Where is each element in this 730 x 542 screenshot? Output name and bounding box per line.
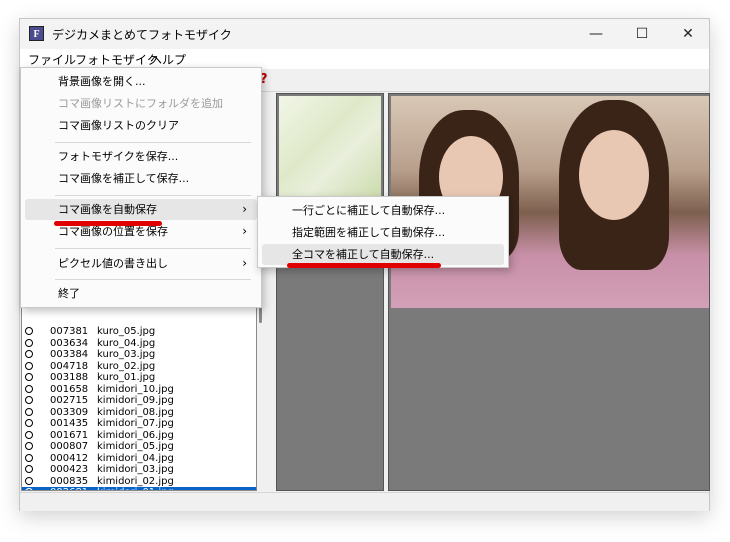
window-title: デジカメまとめてフォトモザイク bbox=[52, 28, 232, 42]
pixel-count: 001658 bbox=[50, 383, 89, 395]
file-name: kimidori_09.jpg bbox=[97, 395, 174, 406]
auto-save-submenu: 一行ごとに補正して自動保存... 指定範囲を補正して自動保存... 全コマを補正… bbox=[257, 196, 509, 268]
menu-item-save-mosaic[interactable]: フォトモザイクを保存... bbox=[25, 146, 257, 167]
title-bar: F デジカメまとめてフォトモザイク — ☐ ✕ bbox=[20, 19, 709, 49]
list-item[interactable]: 001435 kimidori_07.jpg bbox=[22, 418, 256, 430]
menu-separator bbox=[55, 248, 251, 249]
pixel-count: 003188 bbox=[50, 372, 89, 383]
menu-bar: ファイル フォトモザイク ヘルプ bbox=[20, 49, 709, 69]
list-item[interactable]: 003188 kuro_01.jpg bbox=[22, 372, 256, 384]
file-name: kimidori_03.jpg bbox=[97, 464, 174, 475]
close-button[interactable]: ✕ bbox=[665, 19, 711, 49]
pixel-count: 001435 bbox=[50, 418, 89, 429]
list-item[interactable]: 003384 kuro_03.jpg bbox=[22, 349, 256, 361]
circle-icon bbox=[25, 442, 33, 450]
list-item[interactable]: 000807 kimidori_05.jpg bbox=[22, 441, 256, 453]
pixel-count: 002715 bbox=[50, 395, 89, 406]
circle-icon bbox=[25, 373, 33, 381]
file-name: kuro_04.jpg bbox=[97, 337, 156, 349]
submenu-item-per-row[interactable]: 一行ごとに補正して自動保存... bbox=[262, 200, 504, 221]
list-item[interactable]: 003309 kimidori_08.jpg bbox=[22, 407, 256, 419]
annotation-underline bbox=[54, 221, 162, 226]
pixel-count: 000835 bbox=[50, 475, 89, 487]
menu-item-save-corrected[interactable]: コマ画像を補正して保存... bbox=[25, 168, 257, 189]
status-bar bbox=[20, 492, 709, 511]
tile-preview-pane bbox=[276, 93, 384, 491]
menu-item-clear-list[interactable]: コマ画像リストのクリア bbox=[25, 115, 257, 136]
pixel-count: 000807 bbox=[50, 441, 89, 452]
menu-file[interactable]: ファイル bbox=[28, 51, 76, 68]
file-name: kuro_01.jpg bbox=[97, 372, 156, 383]
pixel-count: 002681 bbox=[50, 487, 88, 490]
menu-help[interactable]: ヘルプ bbox=[150, 51, 186, 68]
circle-icon bbox=[25, 396, 33, 404]
file-name: kimidori_01.jpg bbox=[97, 487, 174, 490]
app-icon: F bbox=[29, 26, 44, 41]
pixel-count: 001671 bbox=[50, 429, 89, 441]
maximize-button[interactable]: ☐ bbox=[619, 19, 665, 49]
circle-icon bbox=[25, 476, 33, 485]
pixel-count: 000412 bbox=[50, 452, 89, 464]
circle-icon bbox=[25, 327, 33, 335]
submenu-item-all[interactable]: 全コマを補正して自動保存... bbox=[262, 244, 504, 265]
list-item[interactable]: 003634 kuro_04.jpg bbox=[22, 338, 256, 350]
file-name: kuro_03.jpg bbox=[97, 349, 156, 360]
circle-icon bbox=[25, 361, 33, 370]
menu-separator bbox=[55, 142, 251, 143]
pixel-count: 004718 bbox=[50, 360, 89, 372]
file-name: kuro_05.jpg bbox=[97, 326, 156, 337]
menu-item-auto-save[interactable]: コマ画像を自動保存 › bbox=[25, 199, 257, 220]
menu-separator bbox=[55, 279, 251, 280]
file-name: kimidori_04.jpg bbox=[97, 452, 174, 464]
circle-icon bbox=[25, 350, 33, 358]
file-name: kimidori_08.jpg bbox=[97, 406, 174, 418]
pixel-count: 003309 bbox=[50, 406, 89, 418]
menu-item-exit[interactable]: 終了 bbox=[25, 283, 257, 304]
file-name: kimidori_10.jpg bbox=[97, 383, 174, 395]
menu-item-open-background[interactable]: 背景画像を開く... bbox=[25, 71, 257, 92]
chevron-right-icon: › bbox=[242, 202, 247, 216]
list-item[interactable]: 000423 kimidori_03.jpg bbox=[22, 464, 256, 476]
circle-icon bbox=[25, 419, 33, 427]
circle-icon bbox=[25, 338, 33, 347]
circle-icon bbox=[25, 453, 33, 462]
chevron-right-icon: › bbox=[242, 224, 247, 238]
circle-icon bbox=[25, 465, 33, 473]
tile-thumbnail bbox=[279, 96, 381, 206]
mosaic-canvas[interactable] bbox=[388, 93, 710, 491]
circle-icon bbox=[25, 488, 33, 490]
list-item[interactable]: 002715 kimidori_09.jpg bbox=[22, 395, 256, 407]
list-item[interactable]: 000835 kimidori_02.jpg bbox=[22, 476, 256, 488]
menu-separator bbox=[55, 195, 251, 196]
file-name: kuro_02.jpg bbox=[97, 360, 156, 372]
list-item[interactable]: 000412 kimidori_04.jpg bbox=[22, 453, 256, 465]
menu-item-add-folder: コマ画像リストにフォルダを追加 bbox=[58, 97, 223, 110]
list-item[interactable]: 002681 kimidori_01.jpg bbox=[22, 487, 256, 490]
pixel-count: 007381 bbox=[50, 326, 89, 337]
list-item[interactable]: 004718 kuro_02.jpg bbox=[22, 361, 256, 373]
file-name: kimidori_02.jpg bbox=[97, 475, 174, 487]
face-right bbox=[579, 130, 649, 220]
menu-photo-mosaic[interactable]: フォトモザイク bbox=[75, 51, 159, 68]
list-item[interactable]: 001658 kimidori_10.jpg bbox=[22, 384, 256, 396]
circle-icon bbox=[25, 384, 33, 393]
file-menu: 背景画像を開く... コマ画像リストにフォルダを追加 コマ画像リストのクリア フ… bbox=[20, 67, 262, 308]
pixel-count: 003634 bbox=[50, 337, 89, 349]
chevron-right-icon: › bbox=[242, 256, 247, 270]
circle-icon bbox=[25, 430, 33, 439]
list-item[interactable]: 007381 kuro_05.jpg bbox=[22, 326, 256, 338]
submenu-item-range[interactable]: 指定範囲を補正して自動保存... bbox=[262, 222, 504, 243]
menu-item-export-pixel[interactable]: ピクセル値の書き出し › bbox=[25, 253, 257, 274]
annotation-underline bbox=[287, 263, 441, 268]
file-name: kimidori_07.jpg bbox=[97, 418, 174, 429]
pixel-count: 000423 bbox=[50, 464, 89, 475]
file-name: kimidori_05.jpg bbox=[97, 441, 174, 452]
minimize-button[interactable]: — bbox=[573, 19, 619, 49]
file-name: kimidori_06.jpg bbox=[97, 429, 174, 441]
list-item[interactable]: 001671 kimidori_06.jpg bbox=[22, 430, 256, 442]
circle-icon bbox=[25, 407, 33, 416]
pixel-count: 003384 bbox=[50, 349, 89, 360]
